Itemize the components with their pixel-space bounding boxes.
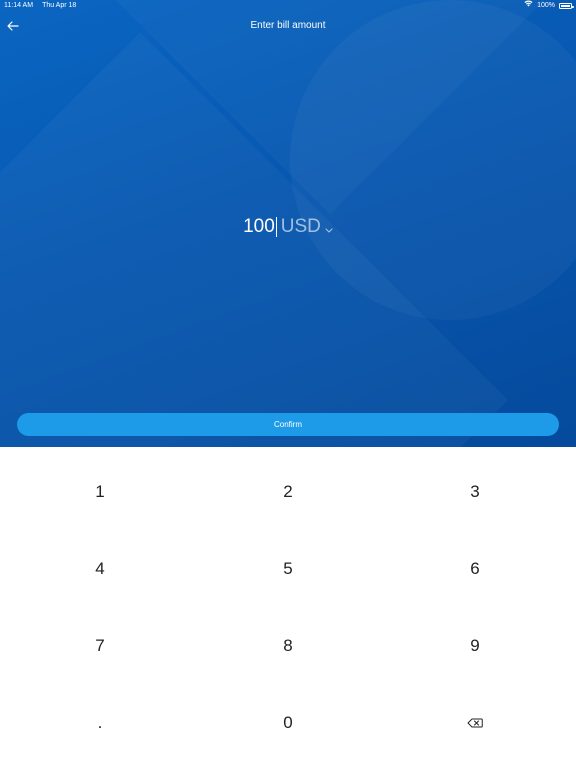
currency-code: USD xyxy=(280,216,321,237)
key-decimal[interactable]: . xyxy=(4,684,196,761)
amount-input[interactable]: 100 xyxy=(243,215,277,239)
key-1[interactable]: 1 xyxy=(4,453,196,530)
key-6[interactable]: 6 xyxy=(379,530,571,607)
key-0[interactable]: 0 xyxy=(192,684,384,761)
status-bar: 11:14 AM Thu Apr 18 100% xyxy=(0,0,576,12)
confirm-button[interactable]: Confirm xyxy=(17,413,559,436)
amount-value: 100 xyxy=(243,216,275,237)
battery-percent: 100% xyxy=(537,2,555,9)
text-cursor xyxy=(275,217,277,237)
backspace-icon xyxy=(467,713,483,733)
key-9[interactable]: 9 xyxy=(379,607,571,684)
key-7[interactable]: 7 xyxy=(4,607,196,684)
amount-display: 100 USD xyxy=(0,214,576,240)
numeric-keypad: 1 2 3 4 5 6 7 8 9 . 0 xyxy=(0,447,576,768)
status-date: Thu Apr 18 xyxy=(42,2,77,9)
wifi-icon xyxy=(524,0,533,12)
backspace-button[interactable] xyxy=(379,684,571,761)
key-4[interactable]: 4 xyxy=(4,530,196,607)
key-5[interactable]: 5 xyxy=(192,530,384,607)
chevron-down-icon xyxy=(325,216,333,240)
key-3[interactable]: 3 xyxy=(379,453,571,530)
battery-icon xyxy=(559,3,574,9)
status-time: 11:14 AM xyxy=(4,2,34,9)
key-8[interactable]: 8 xyxy=(192,607,384,684)
key-2[interactable]: 2 xyxy=(192,453,384,530)
page-title: Enter bill amount xyxy=(250,20,326,31)
currency-selector[interactable]: USD xyxy=(281,214,333,240)
